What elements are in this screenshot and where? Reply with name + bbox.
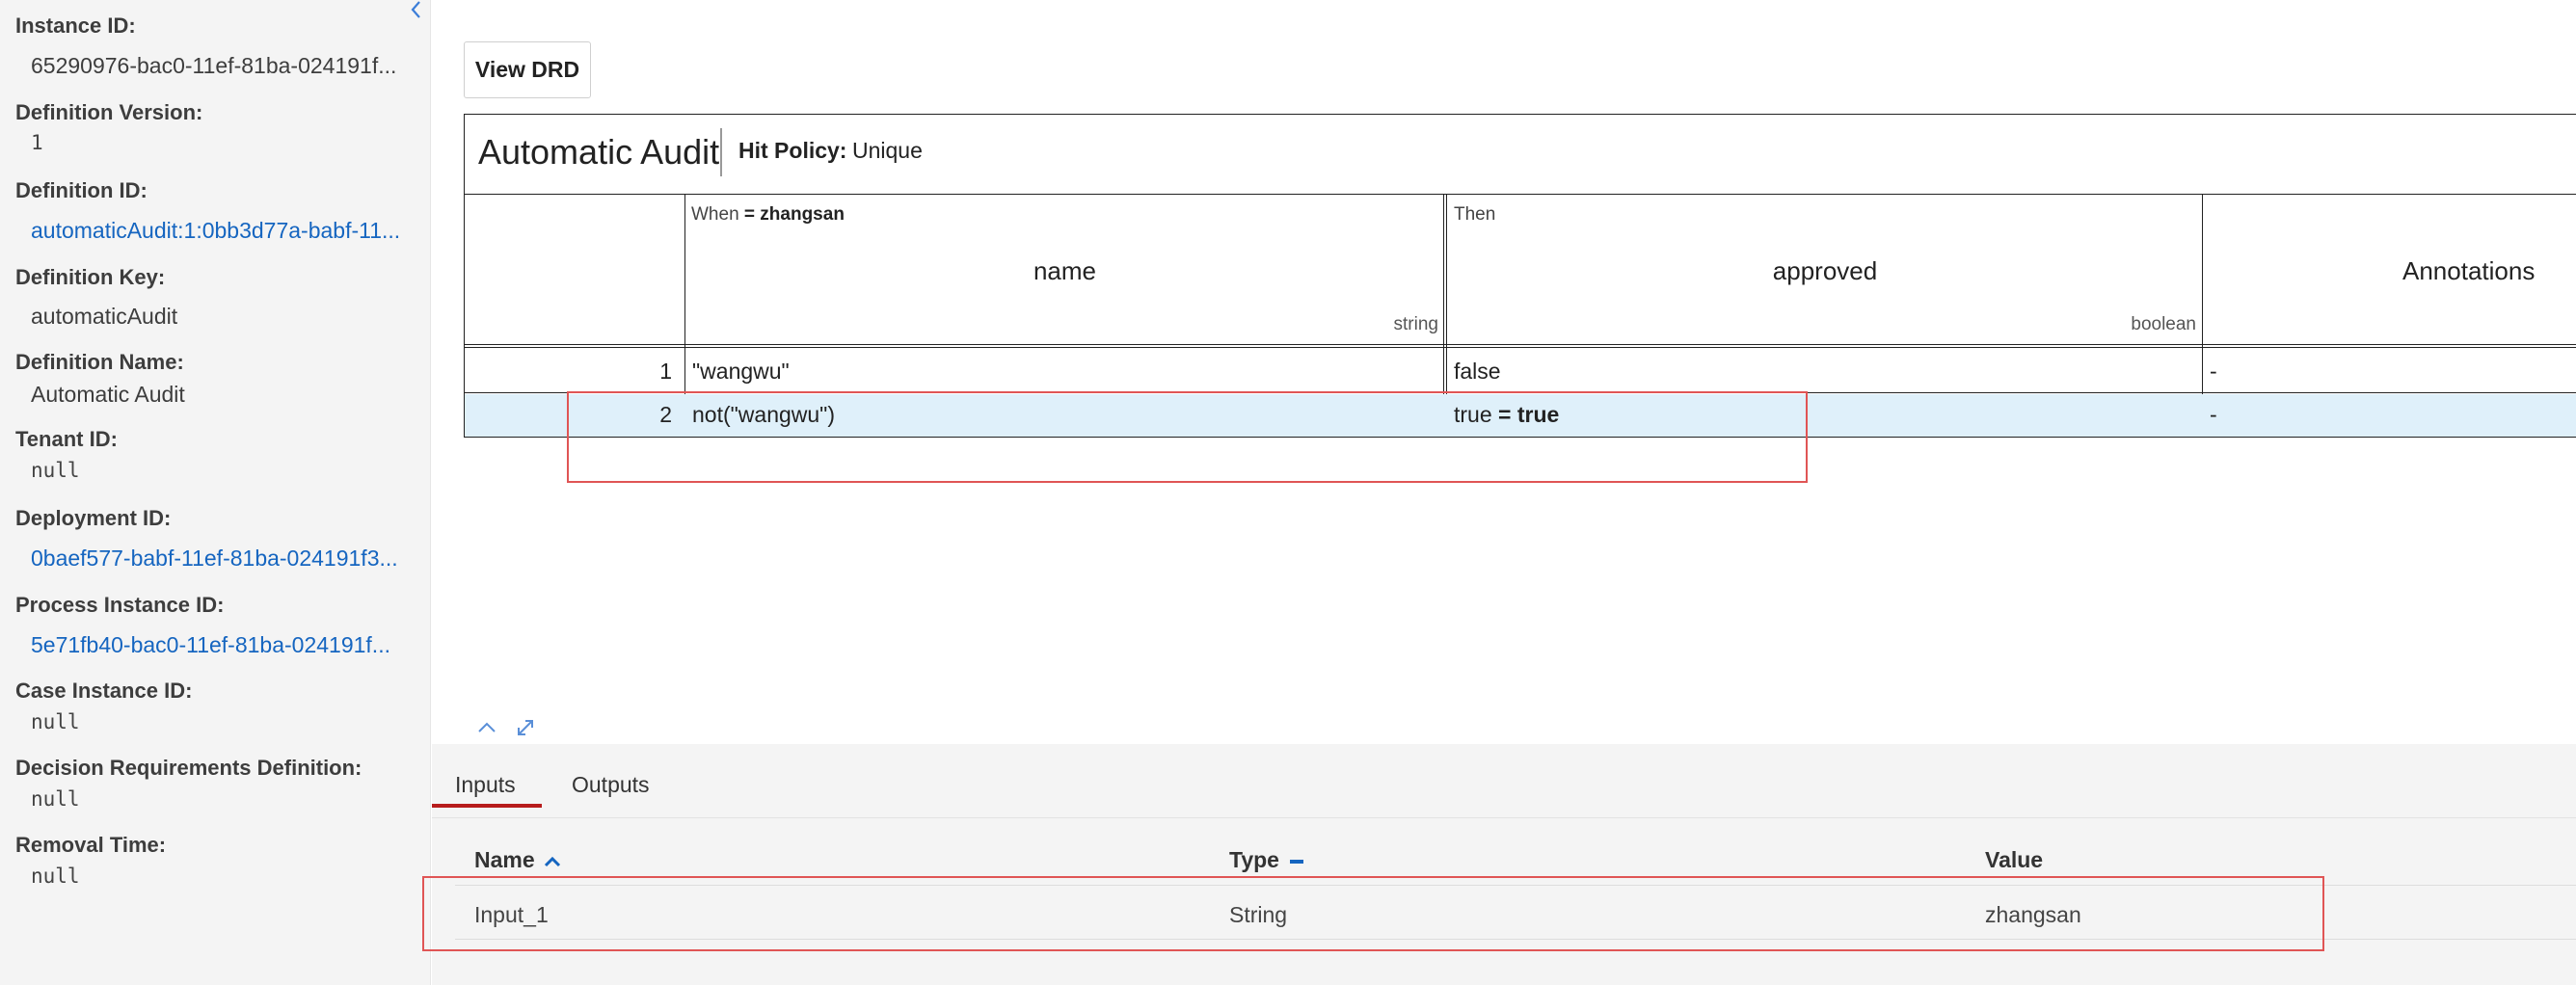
expand-icon [518,720,533,735]
definition-key-value: automaticAudit [31,304,178,329]
rule-2-annotation[interactable]: - [2210,402,2217,428]
definition-key-label: Definition Key: [15,265,166,289]
column-header-name-label: Name [474,847,535,872]
definition-version-value: 1 [31,131,43,154]
view-drd-button[interactable]: View DRD [464,41,591,98]
collapse-sidebar-button[interactable] [405,0,428,21]
definition-id-link[interactable]: automaticAudit:1:0bb3d77a-babf-11... [31,218,400,244]
output-header-prefix: Then [1454,204,1496,225]
table-row-divider [455,939,2576,940]
definition-id-label: Definition ID: [15,178,148,202]
instance-id-value: 65290976-bac0-11ef-81ba-024191f... [31,53,397,78]
minus-icon [1290,859,1304,864]
drd-value: null [31,787,80,811]
rule-1-number: 1 [659,359,672,384]
details-sidebar: Instance ID: 65290976-bac0-11ef-81ba-024… [0,0,431,985]
decision-table-title: Automatic Audit [478,132,720,172]
definition-name-label: Definition Name: [15,350,184,374]
hit-policy-label: Hit Policy: [738,138,847,163]
collapse-panel-button[interactable] [474,715,499,740]
chevron-left-icon [411,1,420,18]
input-type-ref: string [1393,314,1438,334]
tab-outputs[interactable]: Outputs [572,772,650,798]
input-column-name[interactable]: name [686,256,1443,286]
removal-time-value: null [31,865,80,888]
tab-inputs[interactable]: Inputs [455,772,516,798]
input-row-name: Input_1 [474,902,549,927]
output-type-ref: boolean [2131,314,2196,334]
tenant-id-value: null [31,459,80,482]
rule-1-annotation[interactable]: - [2210,359,2217,385]
table-header-divider [455,885,2576,886]
column-header-type-label: Type [1229,847,1279,872]
hit-policy-value: Unique [852,138,923,163]
input-when-label: When [691,204,739,225]
caret-up-icon [544,856,561,866]
rule-2-output[interactable]: true = true [1454,402,1559,428]
annotations-column-header: Annotations [2402,256,2536,285]
header-top-border [464,194,2576,195]
chevron-up-icon [478,722,496,732]
active-tab-indicator [432,804,542,808]
input-row-value: zhangsan [1985,902,2081,927]
column-header-value[interactable]: Value [1985,847,2043,873]
title-divider [720,128,722,176]
process-instance-id-label: Process Instance ID: [15,593,225,617]
rule-1-output[interactable]: false [1454,359,1501,385]
tenant-id-label: Tenant ID: [15,427,118,451]
rule-1-input[interactable]: "wangwu" [692,359,790,385]
deployment-id-link[interactable]: 0baef577-babf-11ef-81ba-024191f3... [31,546,398,572]
definition-version-label: Definition Version: [15,100,203,124]
definition-name-value: Automatic Audit [31,382,185,407]
column-header-name[interactable]: Name [474,847,562,873]
rule-1-border [464,392,2576,393]
details-panel [432,744,2576,985]
output-column-name[interactable]: approved [1448,256,2202,286]
column-header-type[interactable]: Type [1229,847,1306,873]
rule-2-output-evaluation: = true [1498,402,1560,427]
process-instance-id-link[interactable]: 5e71fb40-bac0-11ef-81ba-024191f... [31,632,390,658]
rule-2-output-value: true [1454,402,1492,427]
input-expression: = zhangsan [743,204,845,225]
rule-2-number: 2 [659,402,672,427]
maximize-panel-button[interactable] [513,715,538,740]
deployment-id-label: Deployment ID: [15,506,172,530]
instance-id-label: Instance ID: [15,13,136,38]
input-header-prefix: When = zhangsan [691,204,845,226]
header-bottom-border [464,344,2576,348]
case-instance-id-value: null [31,710,80,733]
drd-label: Decision Requirements Definition: [15,756,362,780]
case-instance-id-label: Case Instance ID: [15,679,193,703]
tabs-divider [432,817,2576,818]
rule-2-input[interactable]: not("wangwu") [692,402,835,428]
removal-time-label: Removal Time: [15,833,167,857]
input-row-type: String [1229,902,1288,927]
